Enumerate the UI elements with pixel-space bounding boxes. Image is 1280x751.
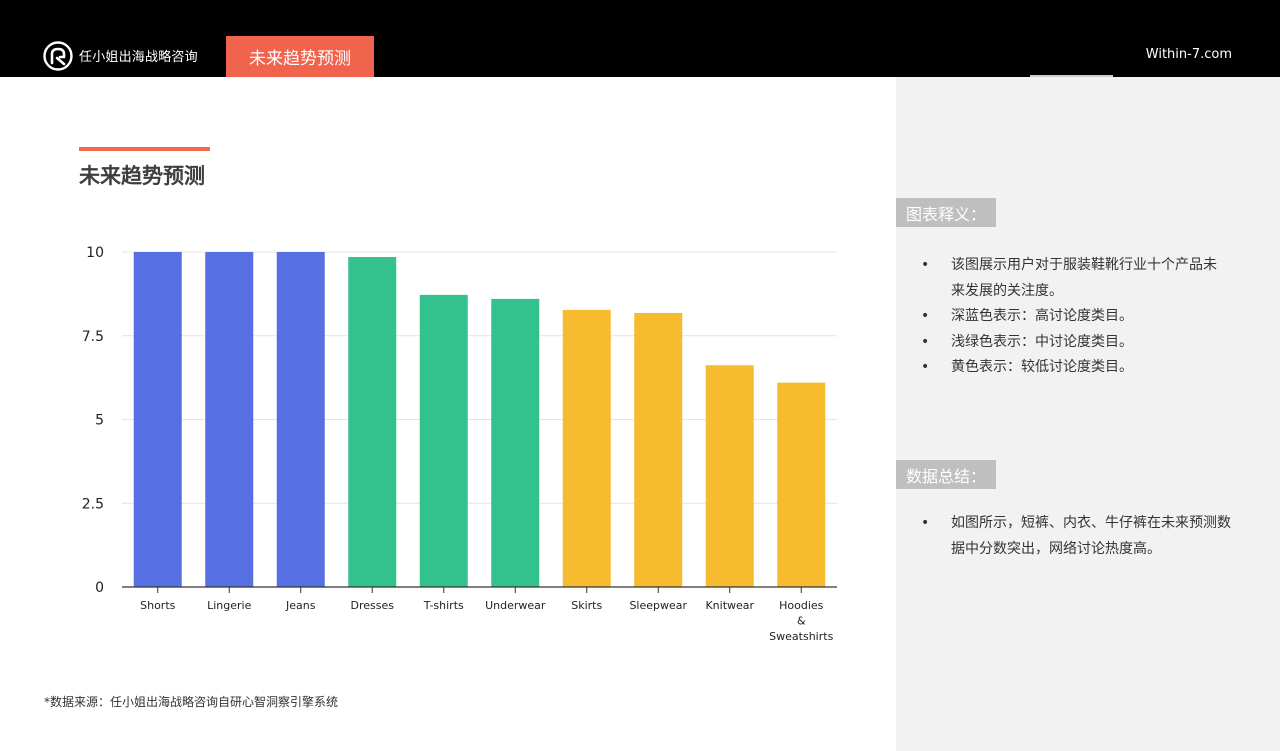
page-title: 未来趋势预测 [79,164,205,188]
legend-item: 黄色表示：较低讨论度类目。 [921,355,1221,381]
bar [705,365,754,587]
summary-item: 如图所示，短裤、内衣、牛仔裤在未来预测数据中分数突出，网络讨论热度高。 [921,511,1241,562]
bar [562,309,611,587]
bar [276,252,325,587]
x-tick-label: Knitwear [705,599,754,612]
divider [1030,75,1113,77]
x-tick-label: Sweatshirts [769,630,833,643]
site-url-link[interactable]: Within-7.com [1146,47,1232,62]
top-bar: 任小姐出海战略咨询 未来趋势预测 Within-7.com [0,0,1280,77]
summary-title: 数据总结： [896,460,997,489]
x-tick-label: Hoodies [779,599,824,612]
x-tick-label: Skirts [571,599,602,612]
bar [419,294,468,587]
y-tick-label: 2.5 [82,496,104,512]
title-accent-line [79,147,210,151]
bar [777,382,826,587]
legend-item: 浅绿色表示：中讨论度类目。 [921,330,1221,356]
bar-chart: 0 2.5 5 7.5 10 Shorts Lingerie Jeans Dresses T-sh… [82,245,837,643]
bar [634,312,683,587]
side-panel [896,77,1280,751]
x-tick-label: Shorts [140,599,176,612]
y-tick-label: 7.5 [82,329,104,345]
brand-logo-icon [43,40,73,71]
bar [205,252,254,587]
summary-list: 如图所示，短裤、内衣、牛仔裤在未来预测数据中分数突出，网络讨论热度高。 [921,511,1241,562]
y-tick-label: 0 [95,580,104,596]
legend-list: 该图展示用户对于服装鞋靴行业十个产品未来发展的关注度。 深蓝色表示：高讨论度类目… [921,253,1221,381]
legend-title: 图表释义： [896,198,997,227]
y-tick-label: 5 [95,413,104,429]
bar [133,252,182,587]
brand[interactable]: 任小姐出海战略咨询 [43,40,198,71]
x-tick-label: Jeans [285,599,316,612]
x-tick-label: & [797,615,806,628]
x-tick-label: Dresses [351,599,395,612]
x-tick-label: T-shirts [423,599,464,612]
bar [348,257,397,587]
legend-item: 该图展示用户对于服装鞋靴行业十个产品未来发展的关注度。 [921,253,1221,304]
x-tick-label: Underwear [485,599,546,612]
x-tick-label: Lingerie [207,599,251,612]
tab-future-trends[interactable]: 未来趋势预测 [226,36,374,77]
x-tick-label: Sleepwear [629,599,687,612]
legend-item: 深蓝色表示：高讨论度类目。 [921,304,1221,330]
y-tick-label: 10 [86,245,104,261]
source-note: *数据来源：任小姐出海战略咨询自研心智洞察引擎系统 [44,695,339,709]
bar [491,298,540,587]
brand-name: 任小姐出海战略咨询 [79,50,198,65]
